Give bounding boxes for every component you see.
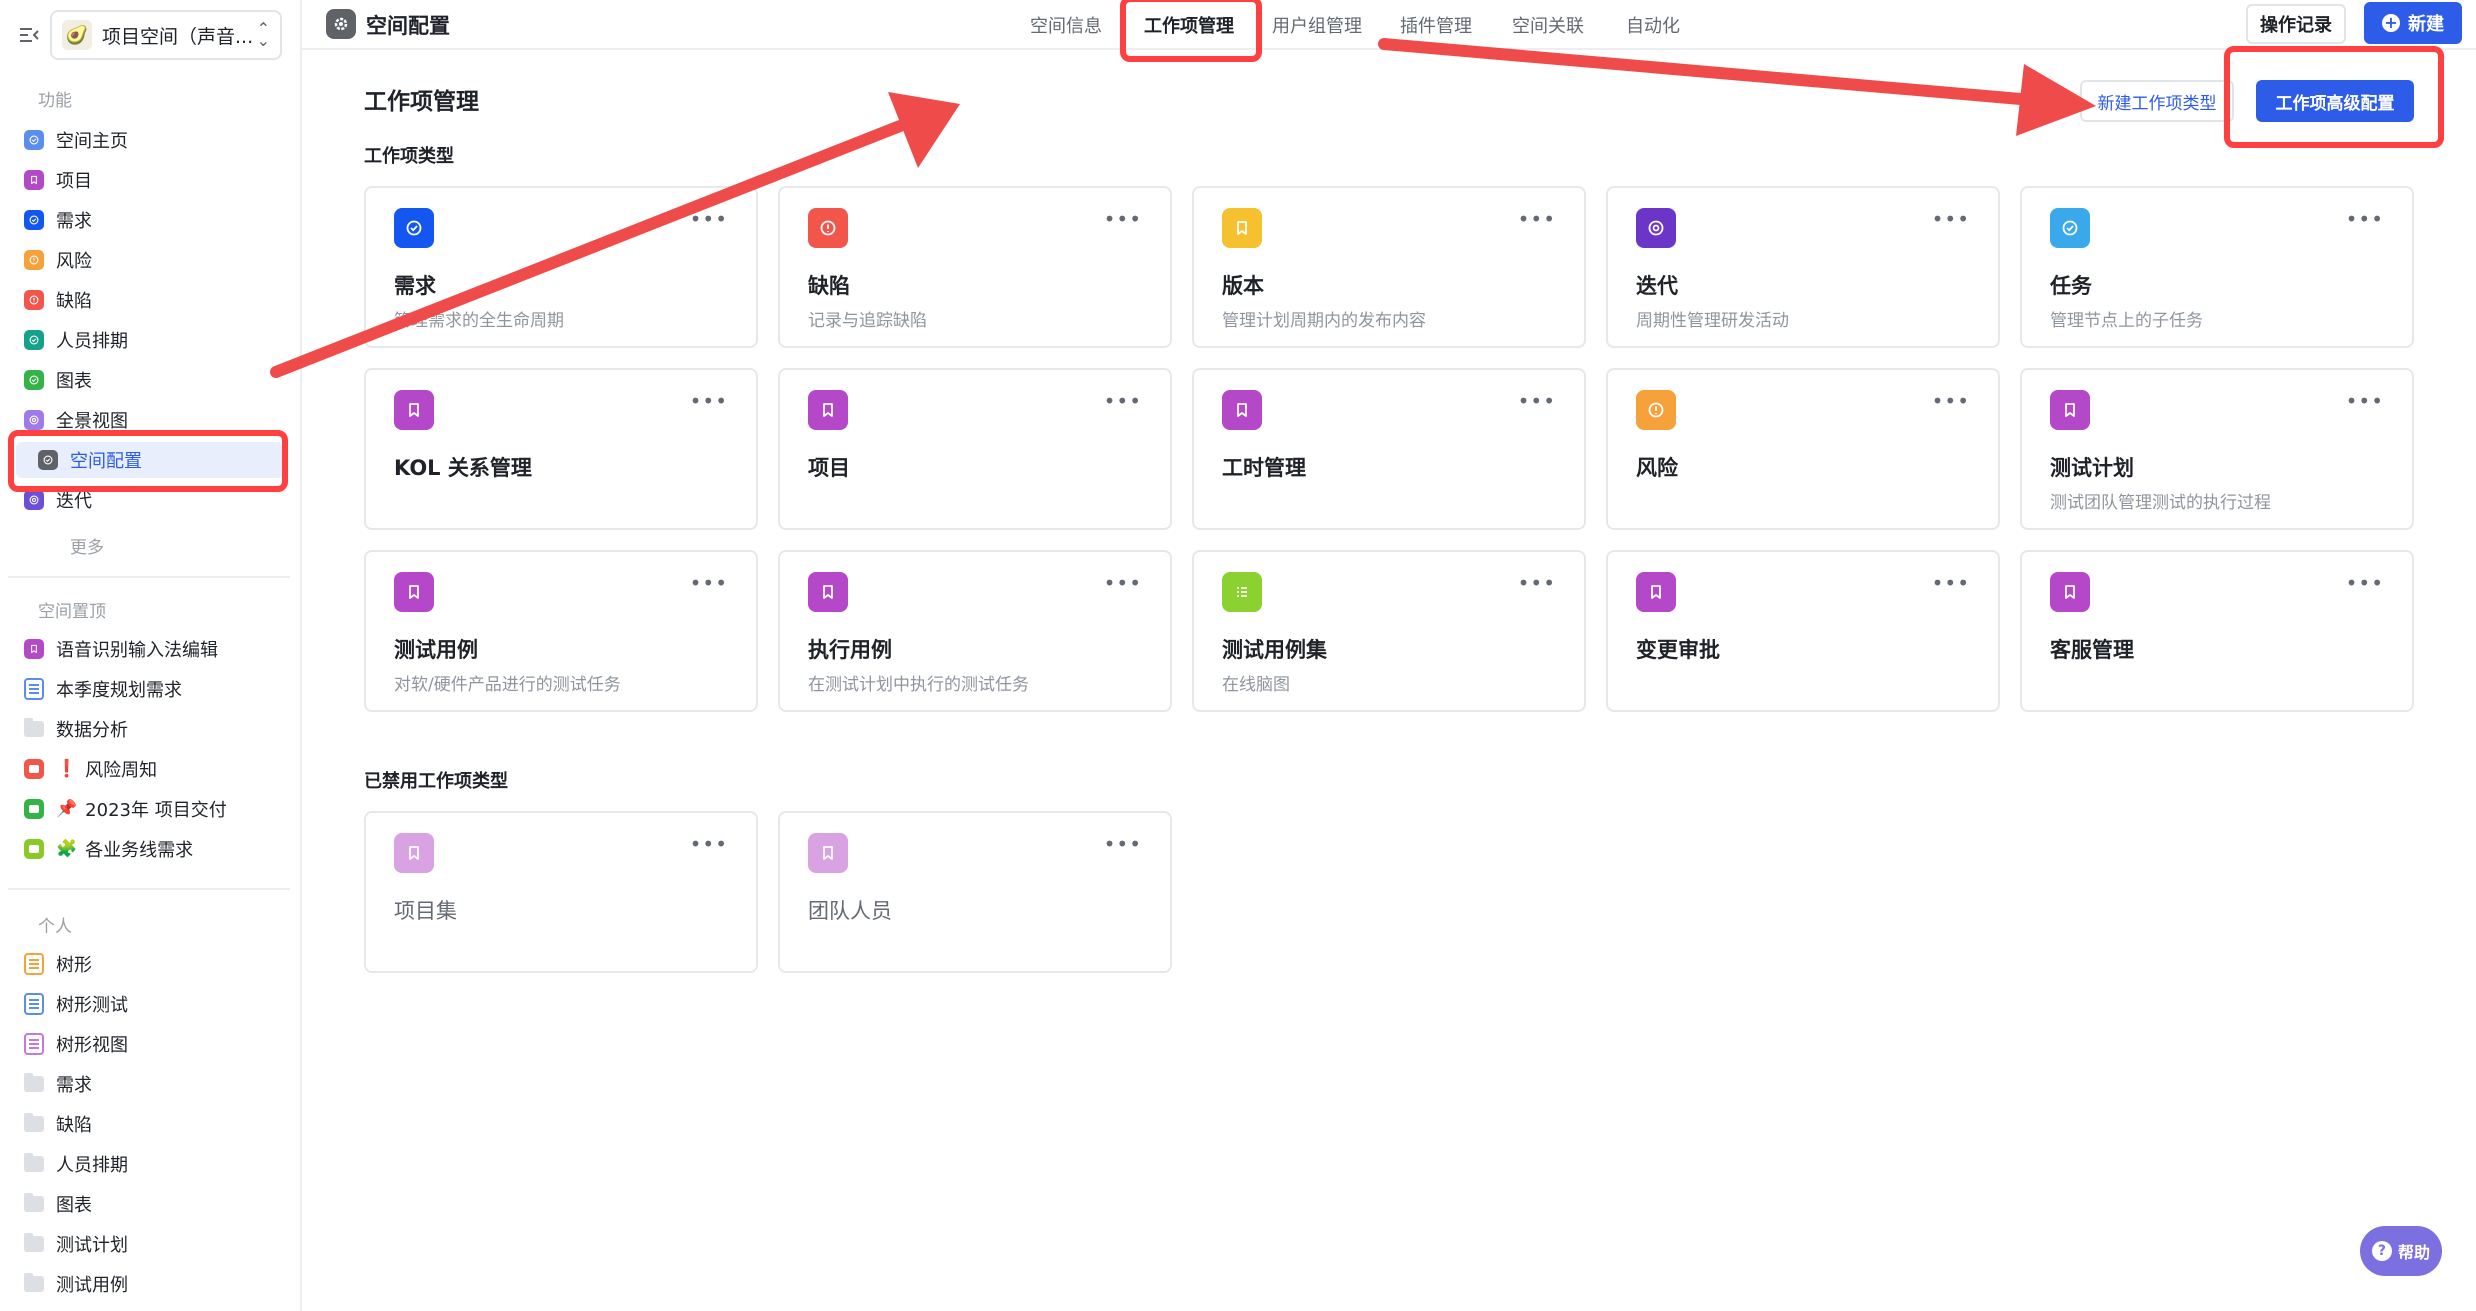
annotation-arrowhead	[2016, 64, 2096, 136]
annotation-arrows	[270, 38, 2096, 378]
help-button[interactable]: ? 帮助	[2360, 1226, 2442, 1276]
annotation-arrow-line	[270, 120, 906, 378]
annotation-arrow-line	[1378, 38, 2038, 106]
help-button-label: 帮助	[2397, 1243, 2430, 1262]
question-icon: ?	[2371, 1241, 2392, 1261]
